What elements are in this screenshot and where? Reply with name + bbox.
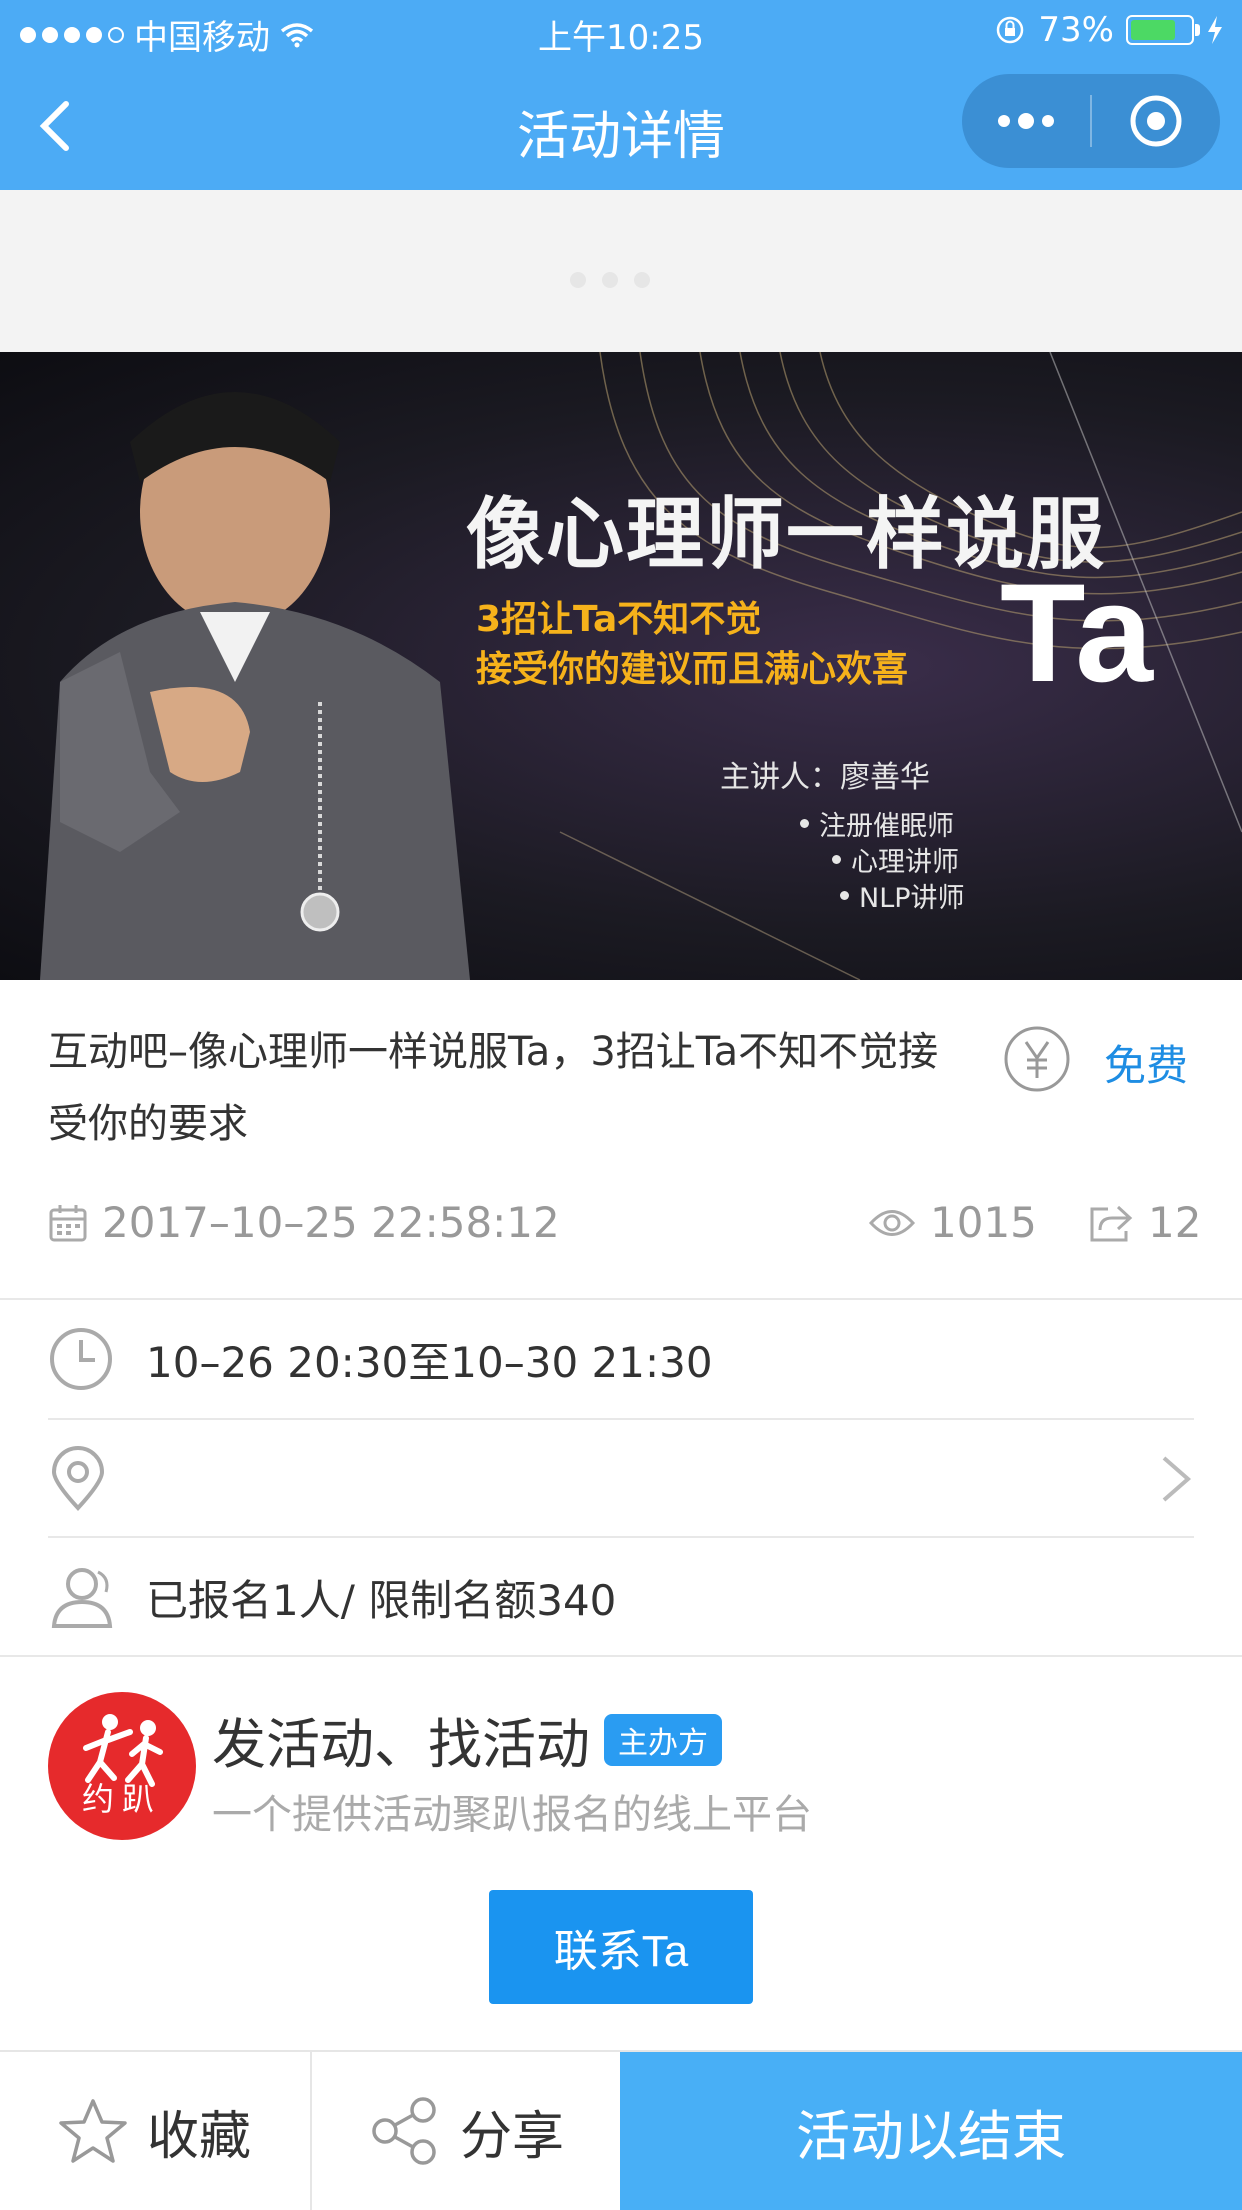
nav-bar: 活动详情 <box>0 60 1242 190</box>
fee-label: 免费 <box>1104 1041 1189 1090</box>
event-ended-button[interactable]: 活动以结束 <box>620 2052 1242 2210</box>
event-time-row: 10–26 20:30至10–30 21:30 <box>48 1300 1194 1418</box>
organizer-name-row: 发活动、找活动 主办方 <box>212 1700 722 1779</box>
organizer-card[interactable]: 约趴 发活动、找活动 主办方 一个提供活动聚趴报名的线上平台 <box>48 1690 1194 1850</box>
organizer-name: 发活动、找活动 <box>212 1713 590 1776</box>
favorite-button[interactable]: 收藏 <box>0 2052 308 2210</box>
signup-row: 已报名1人/ 限制名额340 <box>48 1538 1194 1656</box>
view-count-text: 1015 <box>930 1198 1037 1247</box>
calendar-icon <box>49 1204 87 1241</box>
clock-icon <box>50 1328 112 1390</box>
organizer-logo-text: 约趴 <box>81 1780 162 1818</box>
organizer-badge: 主办方 <box>604 1713 722 1766</box>
location-row[interactable] <box>48 1420 1194 1538</box>
banner-credential: 注册催眠师 <box>800 804 954 843</box>
event-time-text: 10–26 20:30至10–30 21:30 <box>146 1337 713 1387</box>
event-banner-image: 像心理师一样说服 3招让Ta不知不觉 接受你的建议而且满心欢喜 Ta 主讲人：廖… <box>0 352 1242 980</box>
banner-credential: NLP讲师 <box>840 876 965 915</box>
star-icon <box>59 2099 127 2163</box>
close-target-icon[interactable] <box>1092 74 1220 168</box>
organizer-logo: 约趴 <box>48 1692 196 1840</box>
status-right: 73% <box>994 10 1224 50</box>
miniprogram-capsule <box>962 74 1220 168</box>
view-count: 1015 <box>868 1198 1037 1247</box>
location-pin-icon <box>51 1446 105 1511</box>
share-count: 12 <box>1088 1198 1201 1247</box>
charging-bolt-icon <box>1208 16 1222 44</box>
signup-text: 已报名1人/ 限制名额340 <box>146 1575 617 1625</box>
share-label: 分享 <box>459 2106 564 2167</box>
favorite-label: 收藏 <box>146 2106 251 2167</box>
banner-credential: 心理讲师 <box>832 840 959 879</box>
share-nodes-icon <box>372 2097 436 2165</box>
carousel-indicator <box>570 272 650 288</box>
status-bar: 中国移动 上午10:25 73% <box>0 0 1242 60</box>
banner-sub-line-1: 3招让Ta不知不觉 <box>476 599 762 640</box>
banner-big-text: Ta <box>1000 554 1153 711</box>
more-dots-icon[interactable] <box>962 74 1090 168</box>
share-button[interactable]: 分享 <box>310 2052 620 2210</box>
battery-icon <box>1126 15 1200 45</box>
publish-date-text: 2017–10–25 22:58:12 <box>102 1198 560 1247</box>
users-icon <box>51 1568 113 1628</box>
share-arrow-icon <box>1090 1205 1133 1241</box>
contact-button[interactable]: 联系Ta <box>489 1890 753 2004</box>
share-count-text: 12 <box>1148 1198 1202 1247</box>
carousel-placeholder <box>0 190 1242 352</box>
battery-percent: 73% <box>1038 10 1114 50</box>
yuan-icon <box>1004 1026 1070 1092</box>
divider <box>0 1655 1242 1657</box>
rotation-lock-icon <box>997 16 1024 44</box>
eye-icon <box>868 1209 916 1236</box>
event-title: 互动吧–像心理师一样说服Ta，3招让Ta不知不觉接受你的要求 <box>48 1029 939 1147</box>
organizer-description: 一个提供活动聚趴报名的线上平台 <box>212 1792 812 1838</box>
banner-speaker: 主讲人：廖善华 <box>720 760 930 795</box>
event-meta: 2017–10–25 22:58:12 1015 12 <box>48 1198 1201 1258</box>
banner-sub-line-2: 接受你的建议而且满心欢喜 <box>476 649 909 690</box>
chevron-right-icon <box>1162 1456 1192 1502</box>
bottom-action-bar: 收藏 分享 活动以结束 <box>0 2050 1242 2210</box>
publish-date: 2017–10–25 22:58:12 <box>48 1198 560 1247</box>
